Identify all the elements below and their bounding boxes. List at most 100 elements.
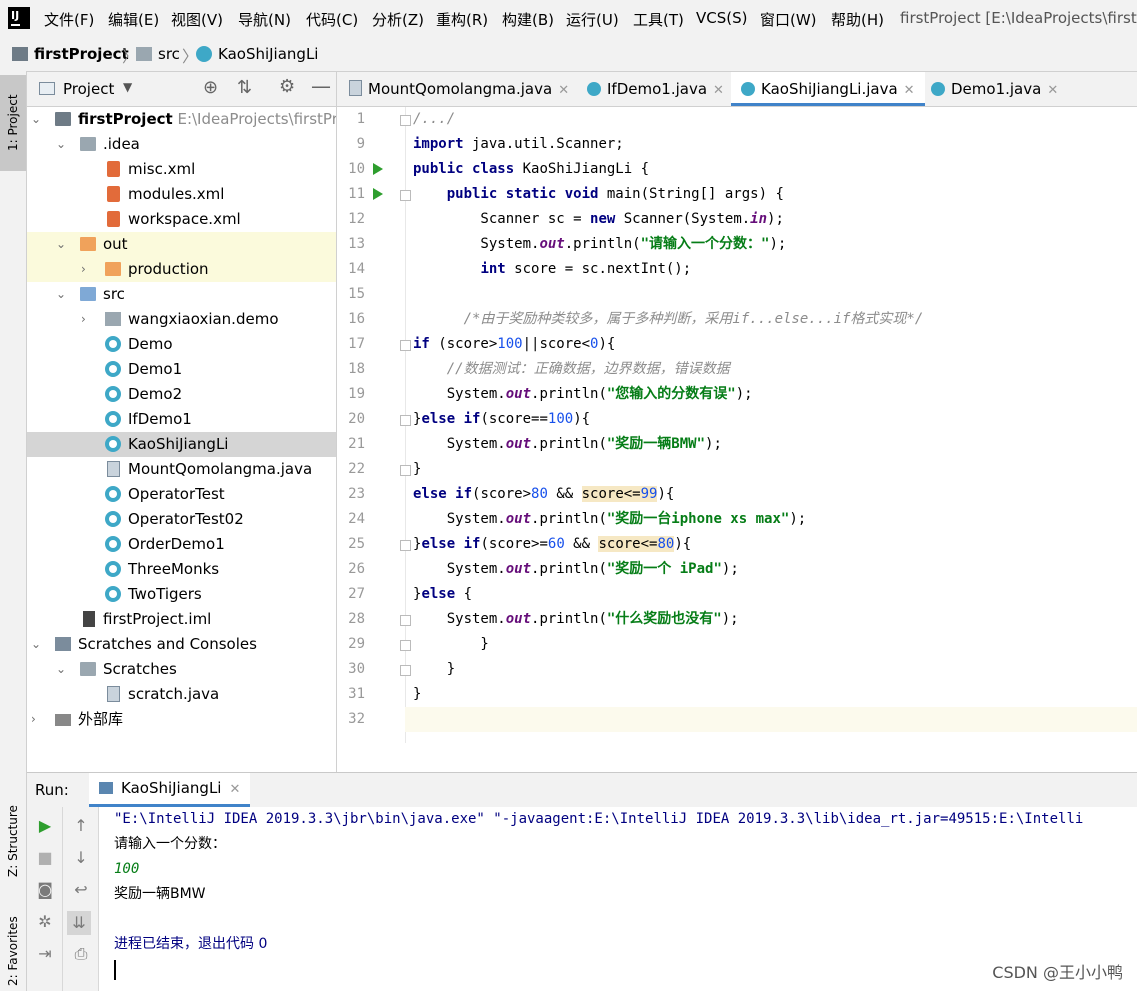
tree-item-demo1[interactable]: Demo1 — [27, 357, 336, 382]
tree-item-iml[interactable]: firstProject.iml — [27, 607, 336, 632]
tree-item-operatortest02[interactable]: OperatorTest02 — [27, 507, 336, 532]
minimize-icon[interactable]: — — [311, 74, 331, 98]
expanded-chevron-icon[interactable]: ⌄ — [56, 132, 66, 157]
tree-item-demo[interactable]: Demo — [27, 332, 336, 357]
tree-item-src[interactable]: ⌄ src — [27, 282, 336, 307]
expanded-chevron-icon[interactable]: ⌄ — [31, 107, 41, 132]
tree-item-scratch-java[interactable]: scratch.java — [27, 682, 336, 707]
tab-mountqomolangma[interactable]: MountQomolangma.java ✕ — [349, 72, 569, 106]
tree-item-kaoshijiangli[interactable]: KaoShiJiangLi — [27, 432, 336, 457]
tab-ifdemo1[interactable]: IfDemo1.java ✕ — [587, 72, 724, 106]
print-icon[interactable]: ⎙ — [72, 945, 90, 963]
run-gutter-icon[interactable] — [373, 188, 383, 200]
soft-wrap-icon[interactable]: ↩ — [72, 881, 90, 899]
exit-icon[interactable]: ⇥ — [36, 945, 54, 963]
collapse-all-icon[interactable]: ⇅ — [237, 77, 252, 98]
close-icon[interactable]: ✕ — [1047, 83, 1058, 98]
console-icon — [99, 782, 113, 794]
tree-item-scratches-consoles[interactable]: ⌄ Scratches and Consoles — [27, 632, 336, 657]
code-line: } — [413, 686, 422, 702]
stop-icon[interactable]: ■ — [36, 849, 54, 867]
run-tab-kaoshijiangli[interactable]: KaoShiJiangLi ✕ — [89, 773, 251, 807]
tree-item-out[interactable]: ⌄ out — [27, 232, 336, 257]
up-arrow-icon[interactable]: ↑ — [72, 817, 90, 835]
fold-icon[interactable] — [400, 190, 411, 201]
menu-refactor[interactable]: 重构(R) — [436, 9, 488, 30]
tree-item-package[interactable]: › wangxiaoxian.demo — [27, 307, 336, 332]
menu-run[interactable]: 运行(U) — [566, 9, 619, 30]
breadcrumb-file[interactable]: KaoShiJiangLi — [218, 45, 318, 63]
line-number: 32 — [348, 711, 365, 727]
tree-item-production[interactable]: › production — [27, 257, 336, 282]
menu-tools[interactable]: 工具(T) — [633, 9, 684, 30]
tree-item-ifdemo1[interactable]: IfDemo1 — [27, 407, 336, 432]
tree-label: OperatorTest — [128, 485, 225, 503]
close-icon[interactable]: ✕ — [713, 83, 724, 98]
tree-label: Scratches and Consoles — [78, 635, 257, 653]
gear-icon[interactable]: ⚙ — [279, 76, 295, 97]
tab-kaoshijiangli[interactable]: KaoShiJiangLi.java ✕ — [731, 72, 925, 106]
expanded-chevron-icon[interactable]: ⌄ — [56, 282, 66, 307]
menu-navigate[interactable]: 导航(N) — [238, 9, 291, 30]
collapsed-chevron-icon[interactable]: › — [81, 257, 86, 282]
menu-help[interactable]: 帮助(H) — [831, 9, 884, 30]
fold-icon[interactable] — [400, 540, 411, 551]
menu-code[interactable]: 代码(C) — [306, 9, 358, 30]
menu-build[interactable]: 构建(B) — [502, 9, 554, 30]
tab-demo1[interactable]: Demo1.java ✕ — [931, 72, 1058, 106]
expanded-chevron-icon[interactable]: ⌄ — [56, 657, 66, 682]
project-view-label[interactable]: Project — [63, 80, 114, 98]
line-number: 10 — [348, 161, 365, 177]
tree-item-orderdemo1[interactable]: OrderDemo1 — [27, 532, 336, 557]
console-output[interactable]: "E:\IntelliJ IDEA 2019.3.3\jbr\bin\java.… — [99, 807, 1137, 991]
tree-item-demo2[interactable]: Demo2 — [27, 382, 336, 407]
tree-item-scratches[interactable]: ⌄ Scratches — [27, 657, 336, 682]
locate-icon[interactable]: ⊕ — [203, 77, 218, 98]
window-title: firstProject [E:\IdeaProjects\firstP — [900, 9, 1137, 27]
code-editor[interactable]: 1 9 10 11 12 13 14 15 16 17 18 19 20 21 … — [337, 107, 1137, 771]
close-icon[interactable]: ✕ — [229, 782, 240, 797]
tree-item-workspace[interactable]: workspace.xml — [27, 207, 336, 232]
collapsed-chevron-icon[interactable]: › — [31, 707, 36, 732]
chevron-down-icon[interactable]: ▼ — [123, 80, 132, 94]
run-gutter-icon[interactable] — [373, 163, 383, 175]
breadcrumb-src[interactable]: src — [158, 45, 180, 63]
tree-item-misc[interactable]: misc.xml — [27, 157, 336, 182]
class-icon — [105, 411, 121, 427]
scroll-to-end-icon[interactable]: ⇊ — [67, 911, 91, 935]
menu-edit[interactable]: 编辑(E) — [108, 9, 159, 30]
fold-icon[interactable] — [400, 115, 411, 126]
expanded-chevron-icon[interactable]: ⌄ — [56, 232, 66, 257]
expanded-chevron-icon[interactable]: ⌄ — [31, 632, 41, 657]
fold-icon[interactable] — [400, 615, 411, 626]
tree-item-threemonks[interactable]: ThreeMonks — [27, 557, 336, 582]
fold-icon[interactable] — [400, 465, 411, 476]
menu-file[interactable]: 文件(F) — [44, 9, 94, 30]
structure-tool-tab[interactable]: Z: Structure — [0, 791, 26, 891]
menu-analyze[interactable]: 分析(Z) — [372, 9, 424, 30]
tree-item-mountqomolangma[interactable]: MountQomolangma.java — [27, 457, 336, 482]
down-arrow-icon[interactable]: ↓ — [72, 849, 90, 867]
project-tool-tab[interactable]: 1: Project — [0, 75, 26, 171]
tree-item-idea[interactable]: ⌄ .idea — [27, 132, 336, 157]
menu-view[interactable]: 视图(V) — [171, 9, 223, 30]
tree-item-root[interactable]: ⌄ firstProject E:\IdeaProjects\firstProj — [27, 107, 336, 132]
favorites-tool-tab[interactable]: 2: Favorites — [0, 911, 26, 991]
menu-window[interactable]: 窗口(W) — [760, 9, 817, 30]
camera-icon[interactable]: ◙ — [36, 881, 54, 899]
settings-icon[interactable]: ✲ — [36, 913, 54, 931]
menu-vcs[interactable]: VCS(S) — [696, 9, 747, 27]
breadcrumb-project[interactable]: firstProject — [34, 45, 129, 63]
tree-item-external-libraries[interactable]: › 外部库 — [27, 707, 336, 732]
collapsed-chevron-icon[interactable]: › — [81, 307, 86, 332]
rerun-icon[interactable]: ▶ — [36, 817, 54, 835]
fold-icon[interactable] — [400, 340, 411, 351]
close-icon[interactable]: ✕ — [558, 83, 569, 98]
fold-icon[interactable] — [400, 415, 411, 426]
tree-item-modules[interactable]: modules.xml — [27, 182, 336, 207]
close-icon[interactable]: ✕ — [904, 83, 915, 98]
tree-item-operatortest[interactable]: OperatorTest — [27, 482, 336, 507]
tree-item-twotigers[interactable]: TwoTigers — [27, 582, 336, 607]
fold-icon[interactable] — [400, 665, 411, 676]
fold-icon[interactable] — [400, 640, 411, 651]
